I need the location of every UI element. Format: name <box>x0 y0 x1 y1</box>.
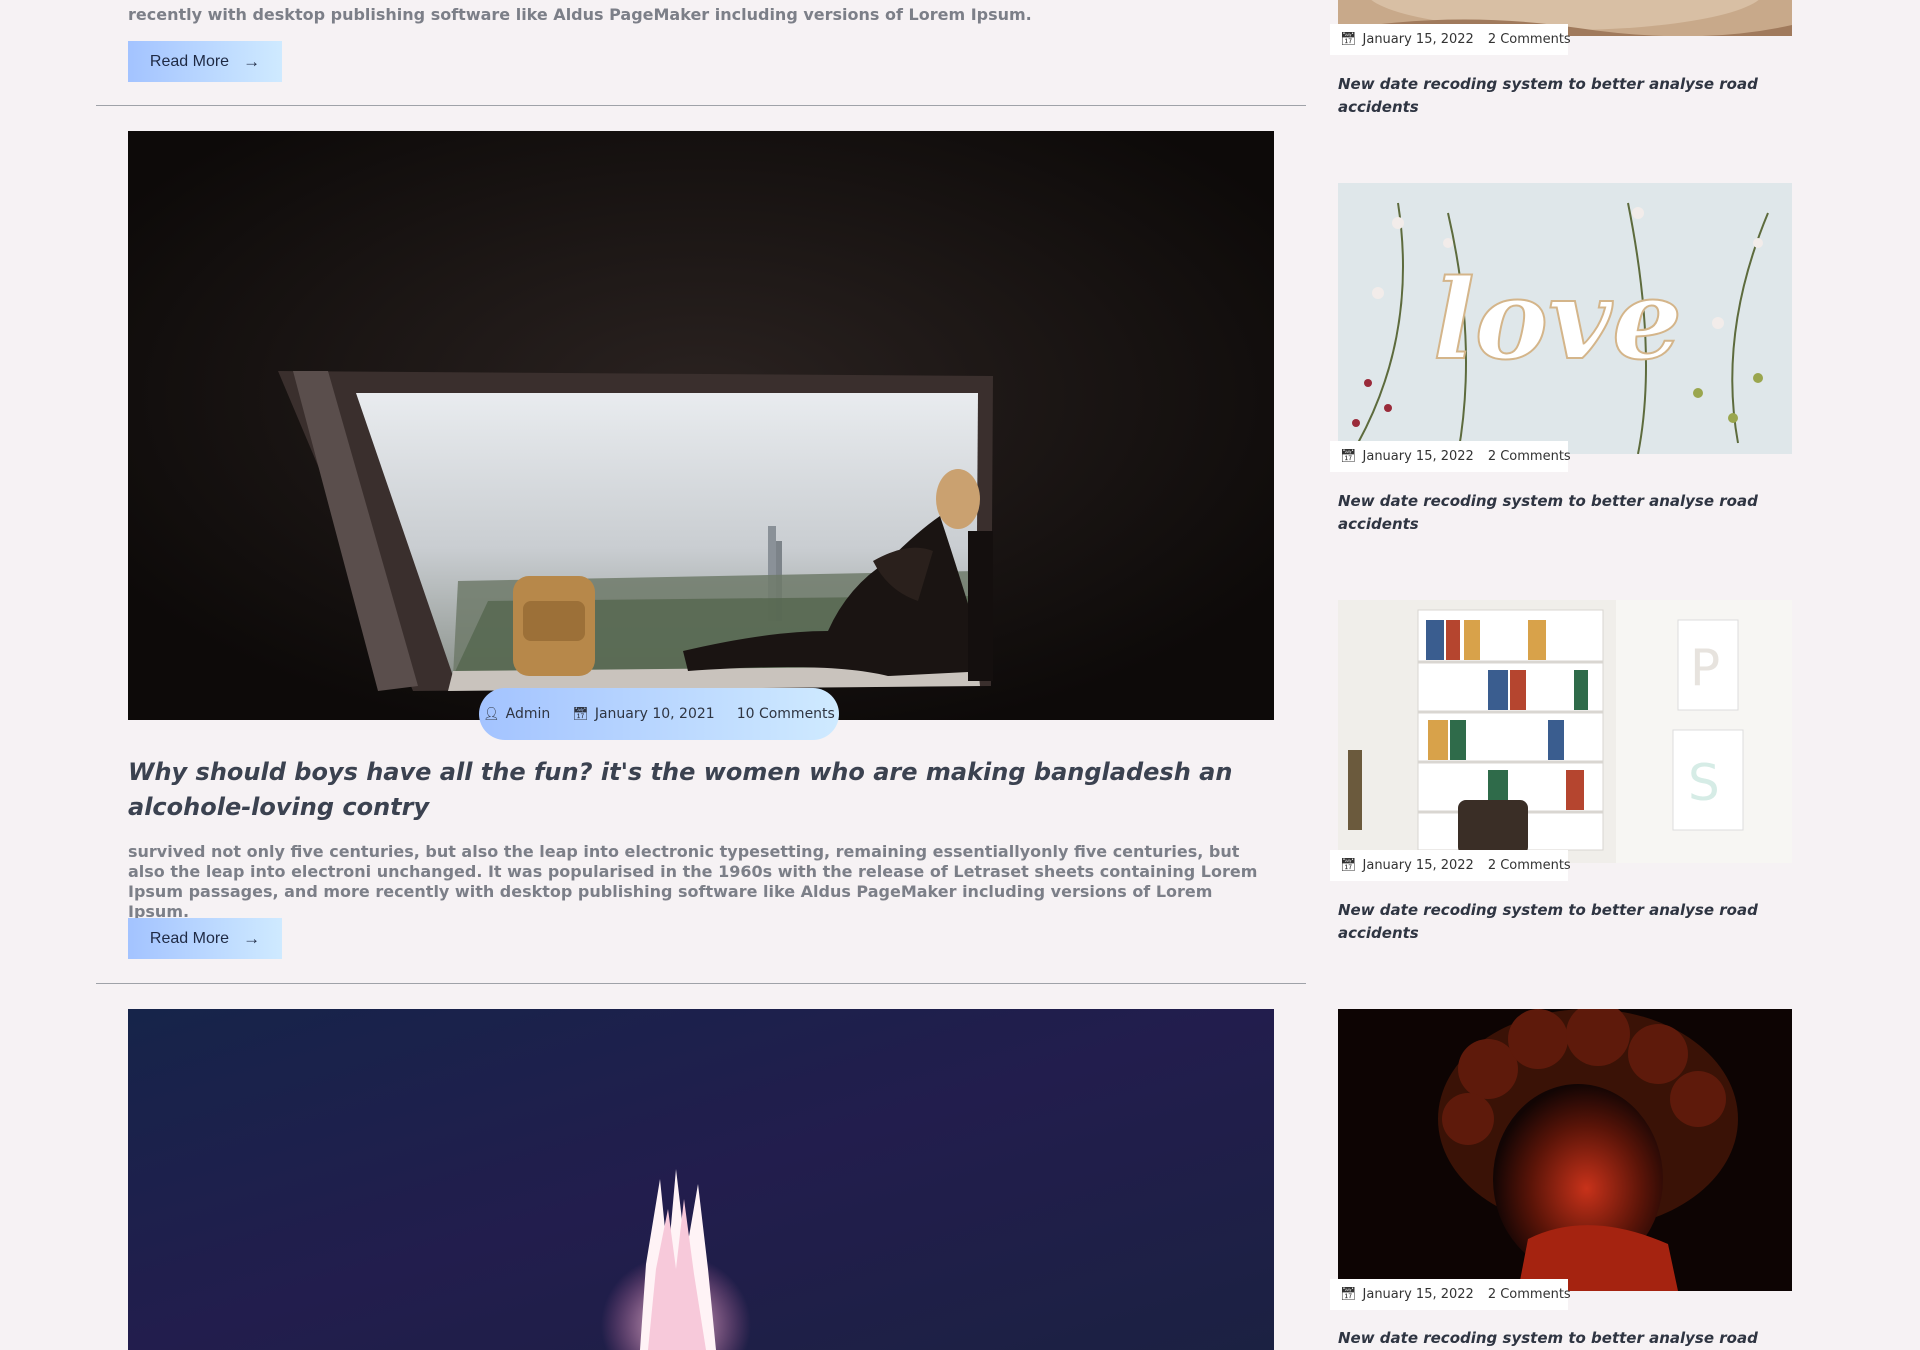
next-post-featured-image[interactable] <box>128 1009 1274 1350</box>
sidebar-post-date: 📅︎ January 15, 2022 <box>1340 1287 1474 1302</box>
sidebar-post-comments[interactable]: 2 Comments <box>1488 858 1571 873</box>
post-date: 📅︎ January 10, 2021 <box>572 706 714 722</box>
calendar-icon: 📅︎ <box>1340 32 1357 47</box>
calendar-icon: 📅︎ <box>572 706 589 722</box>
post-title[interactable]: Why should boys have all the fun? it's t… <box>128 755 1278 825</box>
night-tower-illustration <box>128 1009 1274 1350</box>
post-featured-image[interactable] <box>128 131 1274 720</box>
window-scene-illustration <box>128 131 1274 720</box>
love-flowers-illustration: love <box>1338 183 1792 454</box>
sidebar-post-title-3[interactable]: New date recoding system to better analy… <box>1338 899 1768 945</box>
sidebar-post-date-label: January 15, 2022 <box>1362 1287 1474 1302</box>
read-more-button-2[interactable]: Read More → <box>128 918 282 959</box>
post-meta-pill: 👤︎ Admin 📅︎ January 10, 2021 10 Comments <box>479 688 839 740</box>
sidebar-post-meta-2: 📅︎ January 15, 2022 2 Comments <box>1330 441 1571 472</box>
sidebar-post-comments[interactable]: 2 Comments <box>1488 1287 1571 1302</box>
read-more-label: Read More <box>149 929 230 947</box>
portrait-red-light-illustration <box>1338 1009 1792 1291</box>
read-more-label: Read More <box>149 52 230 70</box>
sidebar-post-title-4[interactable]: New date recoding system to better analy… <box>1338 1327 1768 1350</box>
sidebar-post-meta-4: 📅︎ January 15, 2022 2 Comments <box>1330 1279 1571 1310</box>
calendar-icon: 📅︎ <box>1340 449 1357 464</box>
post-comments[interactable]: 10 Comments <box>737 706 835 722</box>
sidebar-post-date-label: January 15, 2022 <box>1362 858 1474 873</box>
post-divider <box>96 105 1306 106</box>
post-comments-label: 10 Comments <box>736 706 835 722</box>
post-divider <box>96 983 1306 984</box>
sidebar-post-image-4[interactable] <box>1338 1009 1792 1291</box>
post-excerpt: survived not only five centuries, but al… <box>128 842 1258 921</box>
sidebar-post-date: 📅︎ January 15, 2022 <box>1340 858 1474 873</box>
svg-text:P: P <box>1690 639 1720 697</box>
bookshelf-room-illustration: P S <box>1338 600 1792 863</box>
arrow-right-icon: → <box>243 52 261 71</box>
user-icon: 👤︎ <box>483 706 500 722</box>
previous-post-excerpt: recently with desktop publishing softwar… <box>128 5 1032 24</box>
arrow-right-icon: → <box>243 929 261 948</box>
sidebar-post-date: 📅︎ January 15, 2022 <box>1340 449 1474 464</box>
sidebar-post-comments[interactable]: 2 Comments <box>1488 449 1571 464</box>
svg-text:S: S <box>1688 754 1720 812</box>
post-author-label: Admin <box>505 706 551 722</box>
calendar-icon: 📅︎ <box>1340 858 1357 873</box>
post-date-label: January 10, 2021 <box>594 706 715 722</box>
calendar-icon: 📅︎ <box>1340 1287 1357 1302</box>
sidebar-post-image-3[interactable]: P S <box>1338 600 1792 863</box>
sidebar-post-title-1[interactable]: New date recoding system to better analy… <box>1338 73 1768 119</box>
sidebar-post-date-label: January 15, 2022 <box>1362 32 1474 47</box>
sidebar-post-image-2[interactable]: love <box>1338 183 1792 454</box>
svg-text:love: love <box>1433 255 1682 384</box>
read-more-button[interactable]: Read More → <box>128 41 282 82</box>
sidebar-post-comments[interactable]: 2 Comments <box>1488 32 1571 47</box>
previous-post-excerpt-clip: recently with desktop publishing softwar… <box>128 0 1278 26</box>
sidebar-post-date-label: January 15, 2022 <box>1362 449 1474 464</box>
sidebar-post-meta-3: 📅︎ January 15, 2022 2 Comments <box>1330 850 1571 881</box>
sidebar-post-meta-1: 📅︎ January 15, 2022 2 Comments <box>1330 24 1571 55</box>
sidebar-post-date: 📅︎ January 15, 2022 <box>1340 32 1474 47</box>
post-author[interactable]: 👤︎ Admin <box>483 706 550 722</box>
sidebar-post-title-2[interactable]: New date recoding system to better analy… <box>1338 490 1768 536</box>
